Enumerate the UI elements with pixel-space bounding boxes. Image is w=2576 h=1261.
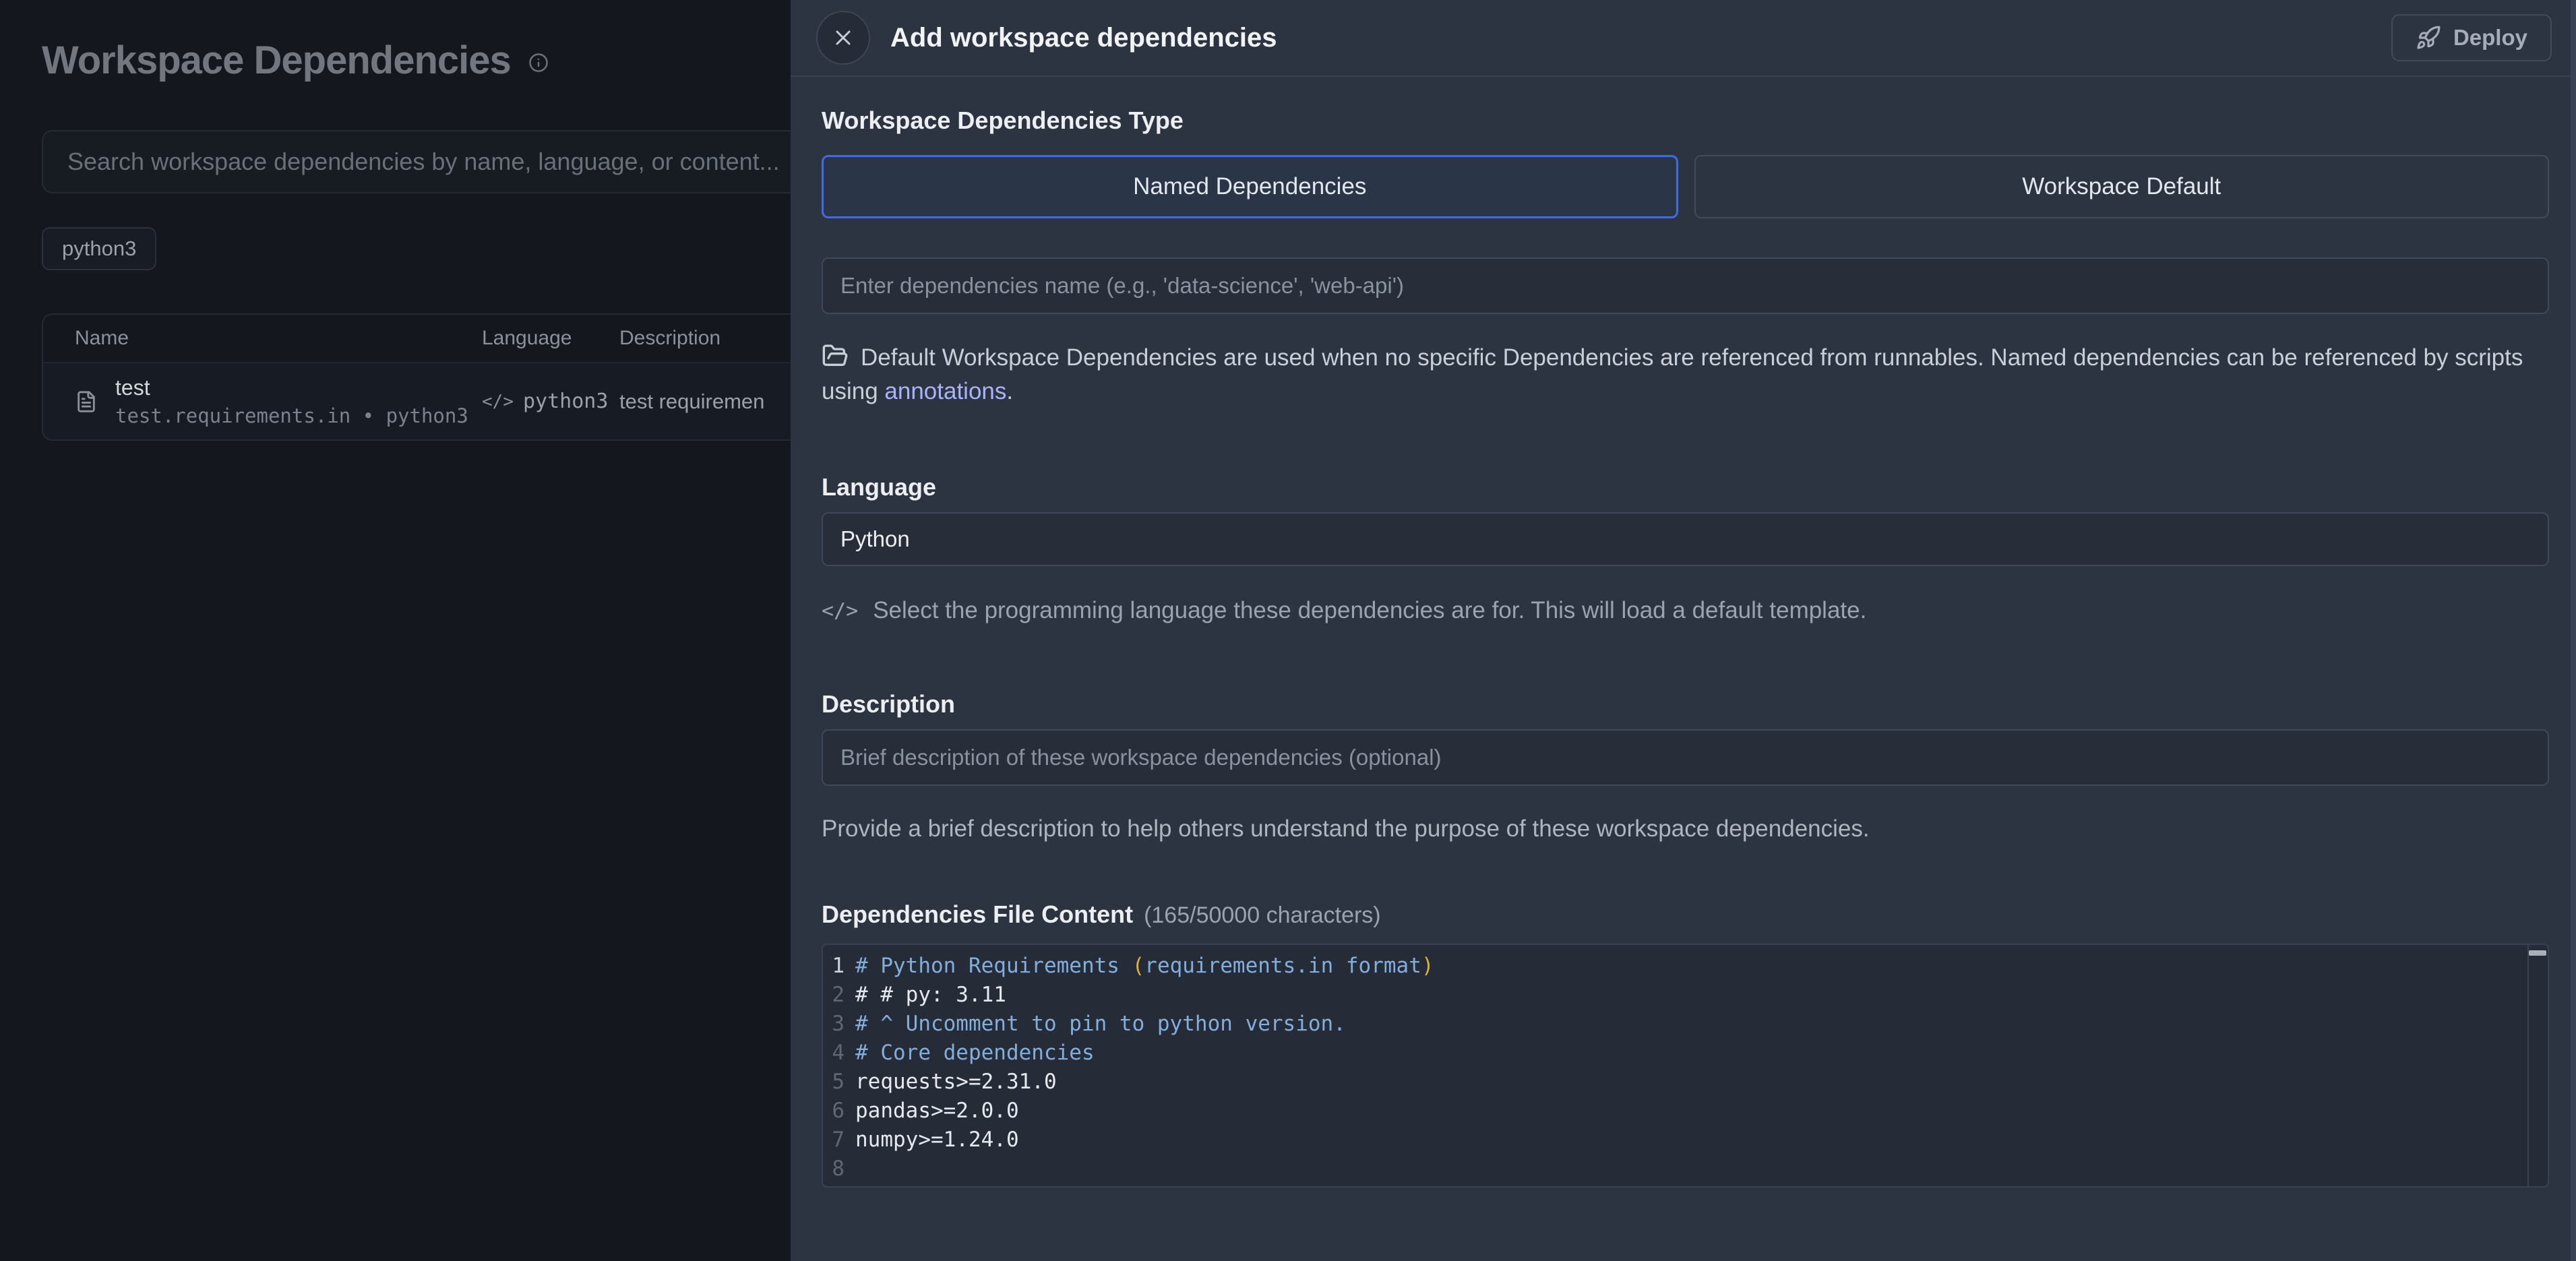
info-text-before: Default Workspace Dependencies are used … [822,344,2523,404]
info-icon[interactable] [528,53,549,73]
line-number: 2 [823,981,855,1010]
code-line: 3# ^ Uncomment to pin to python version. [823,1010,2548,1039]
deploy-button[interactable]: Deploy [2391,14,2552,61]
type-option-workspace-default[interactable]: Workspace Default [1694,155,2550,218]
editor-scrollbar-thumb[interactable] [2529,950,2546,956]
dependency-name: test [115,375,468,400]
dependencies-info-text: Default Workspace Dependencies are used … [822,341,2549,408]
code-text: # # py: 3.11 [855,981,1006,1010]
code-icon: </> [482,392,514,412]
folder-open-icon [822,342,849,369]
dependency-description: test requiremen [619,390,791,414]
table-header: Name Language Description [43,315,791,363]
dependencies-file-editor[interactable]: 1# Python Requirements (requirements.in … [822,944,2549,1188]
line-number: 5 [823,1068,855,1097]
close-button[interactable] [816,11,870,65]
code-line: 2# # py: 3.11 [823,981,2548,1010]
drawer-body: Workspace Dependencies Type Named Depend… [791,106,2576,1188]
column-header-language: Language [482,327,619,350]
description-section-label: Description [822,690,2549,718]
info-text-after: . [1006,378,1013,404]
search-input[interactable] [42,130,791,193]
code-lines: 1# Python Requirements (requirements.in … [823,952,2548,1183]
language-filter-chip[interactable]: python3 [42,227,156,270]
code-text: pandas>=2.0.0 [855,1097,1019,1126]
code-text: # ^ Uncomment to pin to python version. [855,1010,1346,1039]
language-help-text: Select the programming language these de… [873,597,1866,624]
rocket-icon [2416,25,2441,51]
line-number: 1 [823,952,855,981]
code-text: # Python Requirements (requirements.in f… [855,952,1434,981]
code-line: 5requests>=2.31.0 [823,1068,2548,1097]
code-line: 1# Python Requirements (requirements.in … [823,952,2548,981]
editor-scrollbar[interactable] [2527,945,2548,1186]
file-text-icon [75,388,98,415]
code-line: 7numpy>=1.24.0 [823,1126,2548,1155]
code-line: 6pandas>=2.0.0 [823,1097,2548,1126]
annotations-link[interactable]: annotations [884,378,1006,404]
type-option-named-dependencies[interactable]: Named Dependencies [822,155,1678,218]
language-help-line: </> Select the programming language thes… [822,597,2549,624]
dependency-language: python3 [523,390,608,413]
drawer-header: Add workspace dependencies Deploy [791,0,2576,77]
deploy-button-label: Deploy [2453,25,2527,51]
description-help-text: Provide a brief description to help othe… [822,816,2549,842]
code-line: 8 [823,1155,2548,1183]
type-toggle-group: Named Dependencies Workspace Default [822,155,2549,218]
code-text: numpy>=1.24.0 [855,1126,1019,1155]
code-icon: </> [822,599,858,623]
add-dependencies-drawer: Add workspace dependencies Deploy Worksp… [791,0,2576,1261]
drawer-scrollbar[interactable] [2571,0,2576,1261]
column-header-description: Description [619,327,791,350]
line-number: 3 [823,1010,855,1039]
line-number: 6 [823,1097,855,1126]
workspace-dependencies-panel: Workspace Dependencies python3 Name Lang… [0,0,791,1261]
dependencies-table: Name Language Description test test.requ… [42,313,791,441]
page-title-row: Workspace Dependencies [42,38,791,83]
file-content-label: Dependencies File Content [822,900,1133,929]
drawer-title: Add workspace dependencies [890,23,2371,53]
page-title: Workspace Dependencies [42,38,511,83]
column-header-name: Name [43,327,482,350]
code-line: 4# Core dependencies [823,1039,2548,1068]
language-section-label: Language [822,473,2549,501]
description-input[interactable] [822,729,2549,786]
code-text: requests>=2.31.0 [855,1068,1057,1097]
line-number: 7 [823,1126,855,1155]
line-number: 4 [823,1039,855,1068]
dependencies-name-input[interactable] [822,257,2549,314]
character-counter: (165/50000 characters) [1144,902,1381,929]
workspace-dependencies-page: Workspace Dependencies python3 Name Lang… [0,0,2576,1261]
code-text: # Core dependencies [855,1039,1095,1068]
dependency-meta: test.requirements.in • python3 [115,404,468,427]
line-number: 8 [823,1155,855,1183]
table-row[interactable]: test test.requirements.in • python3 </> … [43,363,791,439]
language-select[interactable]: Python [822,512,2549,566]
type-section-label: Workspace Dependencies Type [822,106,2549,135]
file-content-label-row: Dependencies File Content (165/50000 cha… [822,900,2549,929]
